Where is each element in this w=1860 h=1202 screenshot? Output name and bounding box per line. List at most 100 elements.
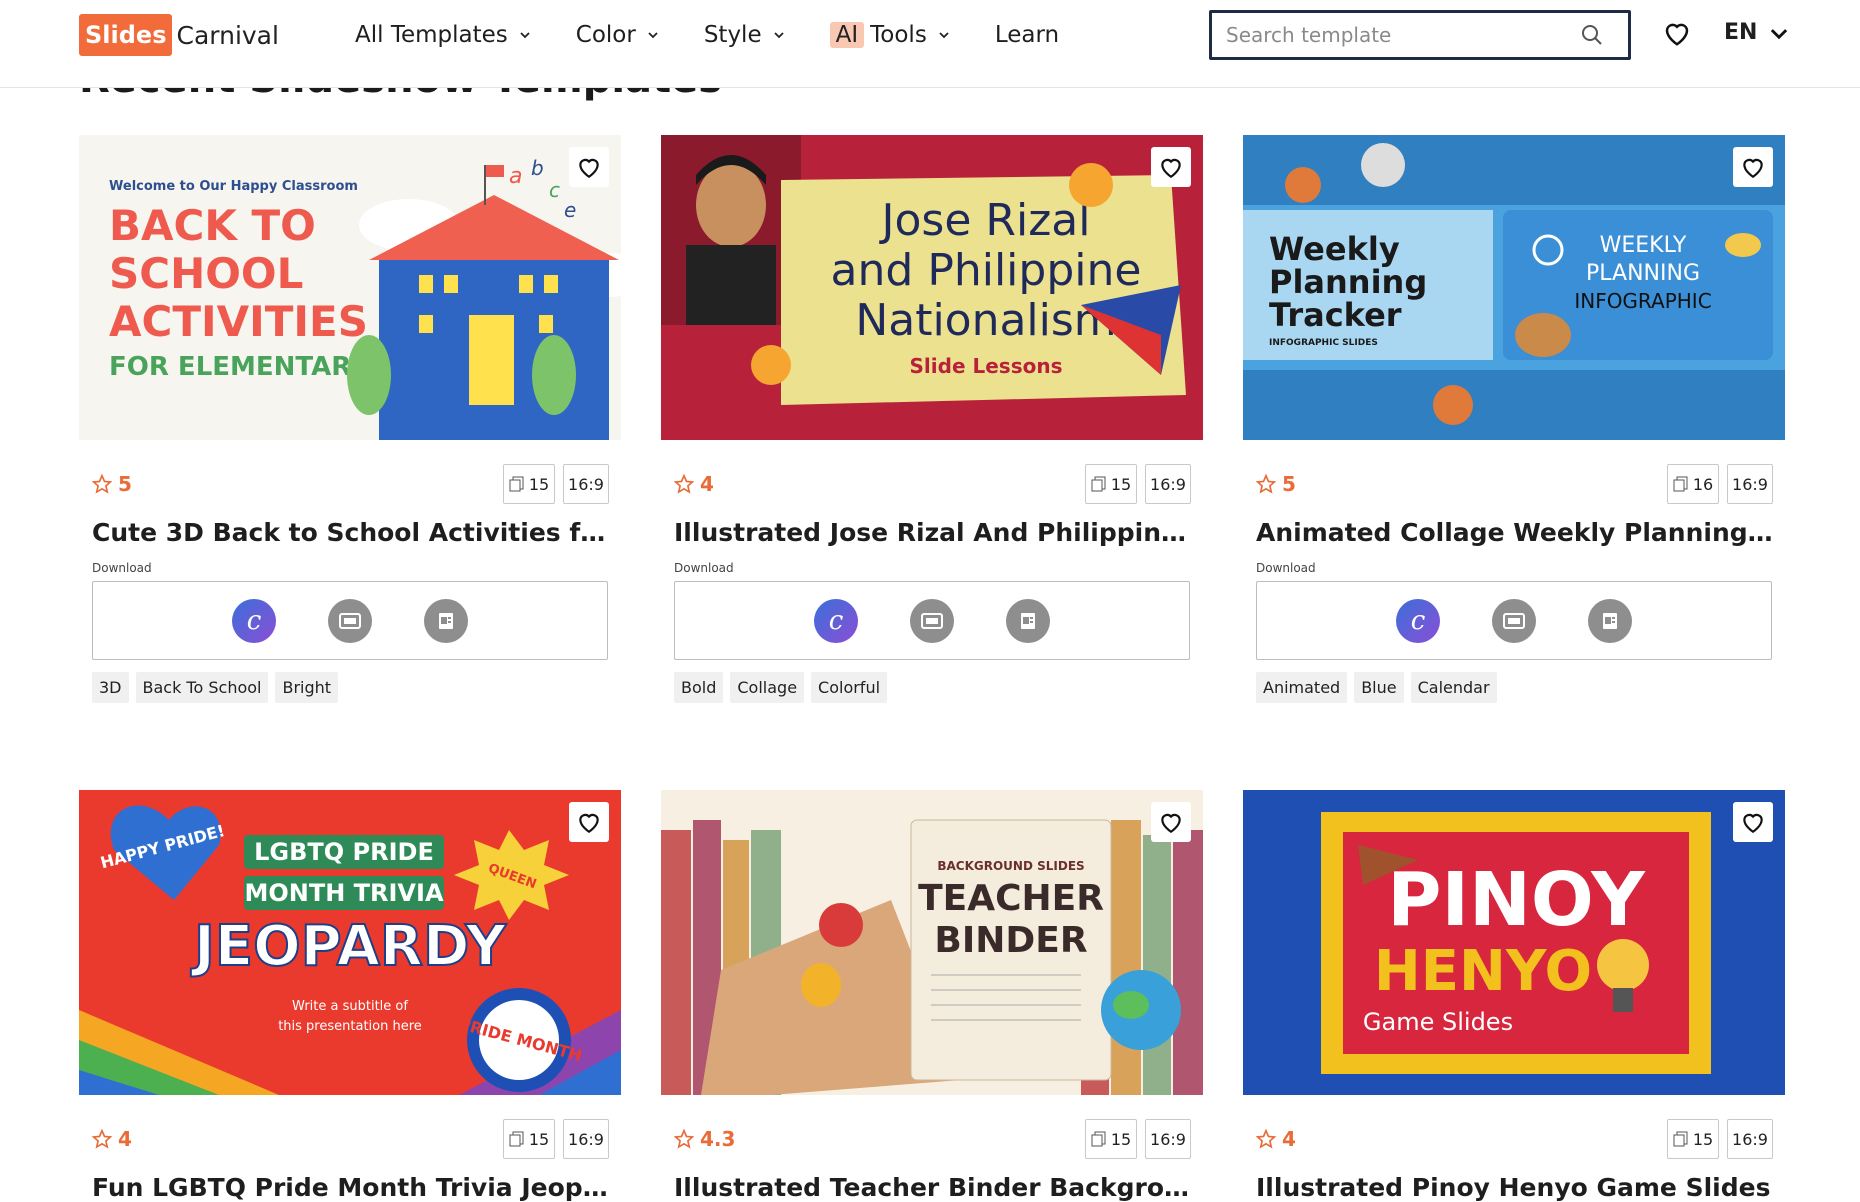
powerpoint-icon — [439, 612, 453, 629]
google-slides-download-button[interactable] — [1492, 598, 1536, 643]
nav-style[interactable]: Style — [704, 22, 786, 48]
favorite-button[interactable] — [1151, 802, 1191, 842]
site-header: Slides Carnival All Templates Color Styl… — [0, 0, 1860, 88]
search-input[interactable] — [1226, 23, 1566, 47]
nav-label: Color — [575, 22, 636, 48]
favorite-button[interactable] — [1151, 147, 1191, 187]
card-title[interactable]: Animated Collage Weekly Planning Infogra… — [1256, 518, 1776, 547]
thumb-right: INFOGRAPHIC — [1574, 289, 1711, 313]
template-card[interactable]: Weekly Planning Tracker INFOGRAPHIC SLID… — [1243, 135, 1785, 703]
nav-label: All Templates — [355, 22, 508, 48]
nav-label: Style — [703, 22, 762, 48]
svg-text:a: a — [509, 164, 522, 189]
slide-count-badge: 15 — [503, 464, 555, 504]
favorites-heart-icon[interactable] — [1662, 18, 1692, 48]
tag[interactable]: 3D — [92, 672, 129, 703]
template-thumbnail[interactable]: BACKGROUND SLIDES TEACHER BINDER — [661, 790, 1203, 1095]
thumb-line: BINDER — [934, 920, 1087, 961]
tag[interactable]: Colorful — [811, 672, 888, 703]
thumb-right: PLANNING — [1586, 261, 1700, 286]
card-title[interactable]: Cute 3D Back to School Activities for El… — [92, 518, 612, 547]
powerpoint-icon — [1603, 612, 1617, 629]
slide-count: 15 — [528, 474, 550, 494]
favorite-button[interactable] — [1733, 147, 1773, 187]
card-meta: 4 15 16:9 — [1243, 1105, 1785, 1159]
tag[interactable]: Bold — [674, 672, 724, 703]
chevron-down-icon — [773, 32, 784, 39]
nav-all-templates[interactable]: All Templates — [355, 22, 532, 48]
slide-count-badge: 15 — [1667, 1119, 1719, 1159]
language-selector[interactable]: EN — [1724, 20, 1789, 45]
rating: 5 — [92, 472, 132, 496]
aspect-ratio-badge: 16:9 — [563, 464, 609, 504]
tag[interactable]: Animated — [1256, 672, 1348, 703]
tag[interactable]: Calendar — [1410, 672, 1497, 703]
search-icon[interactable] — [1580, 23, 1604, 47]
template-thumbnail[interactable]: HAPPY PRIDE! LGBTQ PRIDE MONTH TRIVIA JE… — [79, 790, 621, 1095]
favorite-button[interactable] — [569, 802, 609, 842]
tag[interactable]: Bright — [275, 672, 339, 703]
thumb-line: ACTIVITIES — [109, 297, 368, 346]
template-card[interactable]: BACKGROUND SLIDES TEACHER BINDER 4.3 15 … — [661, 790, 1203, 1202]
aspect-ratio-badge: 16:9 — [1145, 1119, 1191, 1159]
card-title[interactable]: Fun LGBTQ Pride Month Trivia Jeopardy — [92, 1173, 612, 1202]
powerpoint-download-button[interactable] — [1006, 598, 1050, 643]
star-icon — [1256, 1129, 1276, 1149]
tag[interactable]: Blue — [1354, 672, 1404, 703]
template-card[interactable]: Welcome to Our Happy Classroom BACK TO S… — [79, 135, 621, 703]
card-meta: 4 15 16:9 — [661, 450, 1203, 504]
download-label: Download — [674, 561, 734, 575]
site-logo[interactable]: Slides Carnival — [79, 14, 279, 56]
card-title[interactable]: Illustrated Jose Rizal And Philippine Na… — [674, 518, 1194, 547]
google-slides-download-button[interactable] — [328, 598, 372, 643]
tag[interactable]: Collage — [730, 672, 805, 703]
thumbnail-art: Jose Rizal and Philippine Nationalism Sl… — [661, 135, 1203, 440]
nav-learn[interactable]: Learn — [995, 22, 1059, 48]
star-icon — [92, 474, 112, 494]
template-card[interactable]: PINOY HENYO Game Slides 4 15 16:9 Illust… — [1243, 790, 1785, 1202]
card-title[interactable]: Illustrated Pinoy Henyo Game Slides — [1256, 1173, 1776, 1202]
thumb-right: WEEKLY — [1600, 233, 1687, 258]
thumb-sub: Write a subtitle of — [292, 999, 408, 1014]
rating-value: 4 — [1282, 1127, 1296, 1151]
logo-box: Slides — [79, 14, 173, 56]
rating: 4.3 — [674, 1127, 735, 1151]
tag[interactable]: Back To School — [135, 672, 269, 703]
nav-ai-tools[interactable]: AI Tools — [829, 22, 951, 48]
rating-value: 5 — [118, 472, 132, 496]
favorite-button[interactable] — [569, 147, 609, 187]
template-thumbnail[interactable]: PINOY HENYO Game Slides — [1243, 790, 1785, 1095]
google-slides-download-button[interactable] — [910, 598, 954, 643]
powerpoint-download-button[interactable] — [424, 598, 468, 643]
copy-icon — [509, 476, 524, 492]
canva-icon: c — [828, 605, 844, 636]
canva-icon: c — [246, 605, 262, 636]
thumb-line: SCHOOL — [109, 249, 303, 298]
card-meta: 4 15 16:9 — [79, 1105, 621, 1159]
canva-download-button[interactable]: c — [232, 598, 276, 643]
template-card[interactable]: HAPPY PRIDE! LGBTQ PRIDE MONTH TRIVIA JE… — [79, 790, 621, 1202]
powerpoint-download-button[interactable] — [1588, 598, 1632, 643]
nav-label: Tools — [870, 22, 927, 48]
thumb-sub: INFOGRAPHIC SLIDES — [1269, 338, 1378, 348]
canva-download-button[interactable]: c — [814, 598, 858, 643]
card-meta: 4.3 15 16:9 — [661, 1105, 1203, 1159]
language-label: EN — [1724, 20, 1758, 45]
slide-count: 15 — [1110, 474, 1132, 494]
aspect-ratio-badge: 16:9 — [1145, 464, 1191, 504]
thumb-line: and Philippine — [831, 245, 1142, 296]
canva-download-button[interactable]: c — [1396, 598, 1440, 643]
card-title[interactable]: Illustrated Teacher Binder Background Sl… — [674, 1173, 1194, 1202]
nav-color[interactable]: Color — [576, 22, 660, 48]
slide-count: 16 — [1692, 474, 1714, 494]
template-card[interactable]: Jose Rizal and Philippine Nationalism Sl… — [661, 135, 1203, 703]
logo-word: Carnival — [176, 20, 279, 50]
thumb-line: Nationalism — [855, 295, 1116, 346]
template-thumbnail[interactable]: Welcome to Our Happy Classroom BACK TO S… — [79, 135, 621, 440]
rating: 5 — [1256, 472, 1296, 496]
chevron-down-icon — [648, 32, 658, 39]
favorite-button[interactable] — [1733, 802, 1773, 842]
template-thumbnail[interactable]: Jose Rizal and Philippine Nationalism Sl… — [661, 135, 1203, 440]
template-thumbnail[interactable]: Weekly Planning Tracker INFOGRAPHIC SLID… — [1243, 135, 1785, 440]
slide-count: 15 — [1692, 1129, 1714, 1149]
